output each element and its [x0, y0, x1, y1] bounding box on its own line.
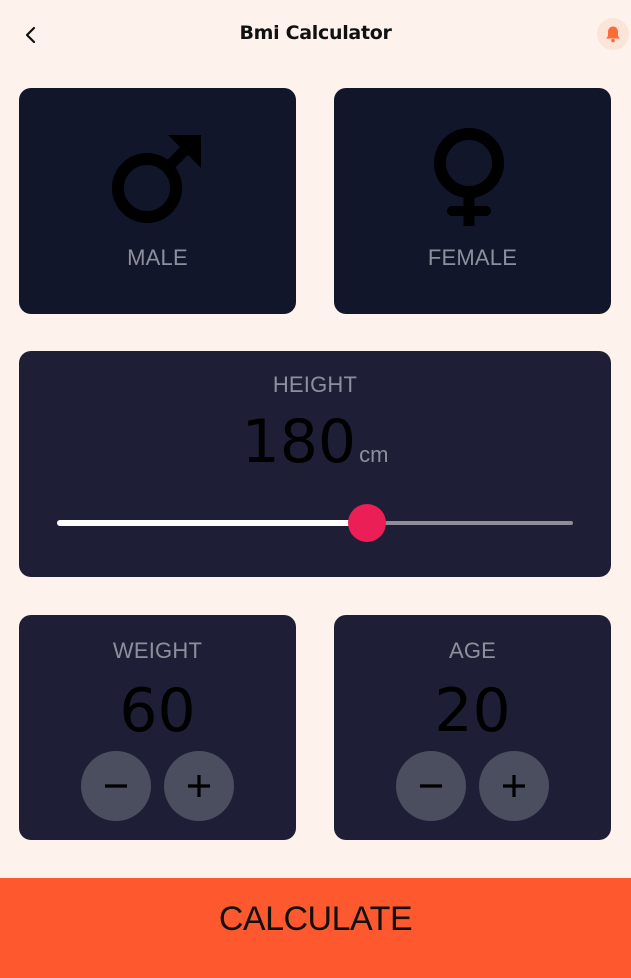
age-decrement-button[interactable]	[396, 751, 466, 821]
age-panel: AGE 20	[334, 615, 611, 840]
height-label: HEIGHT	[272, 372, 358, 397]
weight-label: WEIGHT	[112, 638, 203, 663]
age-label: AGE	[448, 638, 497, 663]
height-panel: HEIGHT 180 cm	[19, 351, 611, 577]
plus-icon	[188, 775, 210, 797]
plus-icon	[503, 775, 525, 797]
bell-icon	[606, 26, 620, 43]
age-increment-button[interactable]	[479, 751, 549, 821]
female-label: FEMALE	[427, 245, 518, 270]
minus-icon	[105, 784, 127, 788]
notification-button[interactable]	[597, 18, 629, 50]
weight-decrement-button[interactable]	[81, 751, 151, 821]
calculate-button[interactable]: CALCULATE	[0, 878, 631, 978]
height-readout: 180 cm	[19, 409, 611, 475]
weight-value: 60	[119, 676, 196, 746]
page-title: Bmi Calculator	[239, 22, 392, 44]
height-slider[interactable]	[57, 503, 573, 543]
female-symbol-icon	[434, 128, 504, 226]
minus-icon	[420, 784, 442, 788]
male-symbol-icon	[112, 135, 201, 223]
male-label: MALE	[127, 245, 188, 270]
slider-thumb[interactable]	[347, 504, 386, 542]
height-unit: cm	[359, 442, 389, 467]
female-card[interactable]: FEMALE	[334, 88, 611, 314]
calculate-label: CALCULATE	[218, 900, 413, 938]
weight-increment-button[interactable]	[164, 751, 234, 821]
male-card[interactable]: MALE	[19, 88, 296, 314]
app-bar: Bmi Calculator	[0, 0, 631, 70]
age-value: 20	[434, 676, 511, 746]
weight-panel: WEIGHT 60	[19, 615, 296, 840]
slider-fill	[57, 520, 367, 526]
height-value: 180	[241, 407, 357, 477]
